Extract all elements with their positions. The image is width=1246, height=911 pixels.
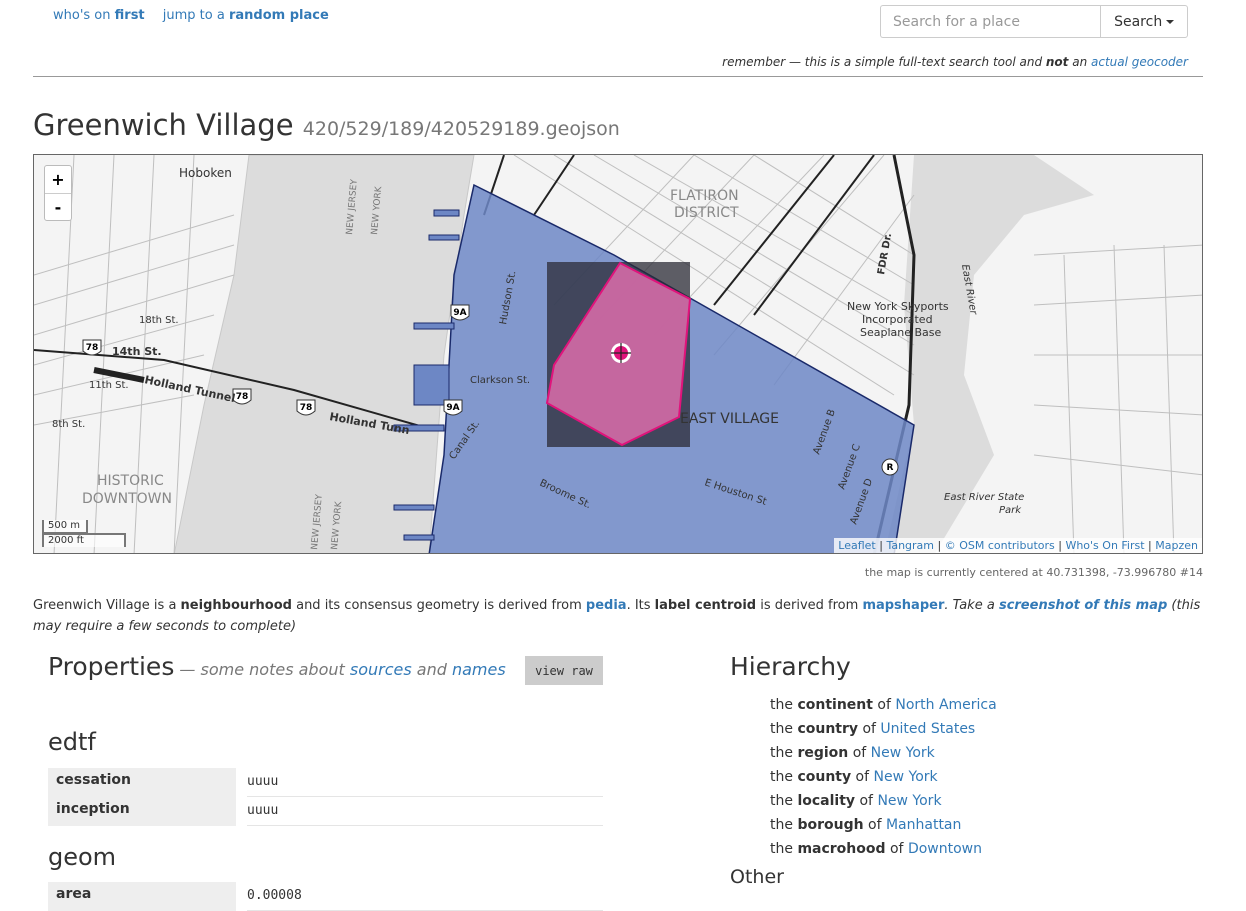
svg-text:Hoboken: Hoboken bbox=[179, 166, 232, 180]
svg-text:New York Skyports: New York Skyports bbox=[847, 300, 949, 313]
pedia-link[interactable]: pedia bbox=[586, 598, 627, 613]
svg-text:78: 78 bbox=[236, 392, 249, 402]
svg-text:18th St.: 18th St. bbox=[139, 315, 179, 326]
svg-text:Seaplane Base: Seaplane Base bbox=[860, 326, 942, 339]
svg-text:DOWNTOWN: DOWNTOWN bbox=[82, 491, 172, 507]
search-input[interactable] bbox=[880, 5, 1101, 38]
hierarchy-link[interactable]: North America bbox=[895, 697, 996, 713]
whos-on-first-link[interactable]: who's on first bbox=[53, 8, 145, 23]
hierarchy-link[interactable]: New York bbox=[871, 745, 935, 761]
leaflet-link[interactable]: Leaflet bbox=[838, 539, 875, 552]
svg-text:Park: Park bbox=[999, 505, 1022, 516]
map[interactable]: 78 78 78 9A 9A R Hoboken FLATIRON DISTRI… bbox=[33, 154, 1203, 554]
svg-text:HISTORIC: HISTORIC bbox=[97, 473, 164, 489]
map-center-text: the map is currently centered at 40.7313… bbox=[864, 566, 1203, 579]
view-raw-button[interactable]: view raw bbox=[525, 656, 603, 685]
list-item: the county of New York bbox=[770, 769, 938, 785]
hierarchy-list: the continent of North America the count… bbox=[770, 693, 997, 861]
svg-text:East River State: East River State bbox=[944, 492, 1024, 503]
geom-table: area 0.00008 bbox=[48, 882, 603, 911]
tangram-link[interactable]: Tangram bbox=[886, 539, 934, 552]
other-heading: Other bbox=[730, 866, 784, 888]
svg-text:8th St.: 8th St. bbox=[52, 419, 85, 430]
geojson-path: 420/529/189/420529189.geojson bbox=[302, 118, 620, 140]
svg-text:78: 78 bbox=[86, 343, 99, 353]
map-attribution: Leaflet | Tangram | © OSM contributors |… bbox=[834, 538, 1202, 553]
table-row: area 0.00008 bbox=[48, 882, 603, 911]
mapshaper-link[interactable]: mapshaper bbox=[862, 598, 944, 613]
names-link[interactable]: names bbox=[452, 660, 506, 679]
table-row: inception uuuu bbox=[48, 797, 603, 826]
svg-text:DISTRICT: DISTRICT bbox=[674, 205, 739, 221]
osm-link[interactable]: © OSM contributors bbox=[945, 539, 1055, 552]
whosonfirst-link[interactable]: Who's On First bbox=[1065, 539, 1144, 552]
svg-text:FLATIRON: FLATIRON bbox=[670, 188, 739, 204]
divider bbox=[33, 76, 1203, 77]
hierarchy-link[interactable]: New York bbox=[874, 769, 938, 785]
top-nav: who's on first jump to a random place bbox=[53, 8, 343, 23]
hierarchy-link[interactable]: Manhattan bbox=[886, 817, 961, 833]
svg-text:EAST VILLAGE: EAST VILLAGE bbox=[680, 411, 779, 427]
geom-heading: geom bbox=[48, 843, 117, 871]
remember-note: remember — this is a simple full-text se… bbox=[722, 55, 1188, 69]
svg-text:11th St.: 11th St. bbox=[89, 380, 129, 391]
list-item: the locality of New York bbox=[770, 793, 942, 809]
list-item: the borough of Manhattan bbox=[770, 817, 962, 833]
list-item: the macrohood of Downtown bbox=[770, 841, 982, 857]
hierarchy-link[interactable]: New York bbox=[877, 793, 941, 809]
hierarchy-heading: Hierarchy bbox=[730, 652, 851, 681]
svg-text:9A: 9A bbox=[453, 308, 466, 318]
svg-text:Clarkson St.: Clarkson St. bbox=[470, 375, 530, 386]
scale-bar: 500 m 2000 ft bbox=[42, 520, 126, 547]
zoom-control: + - bbox=[44, 165, 72, 221]
edtf-table: cessation uuuu inception uuuu bbox=[48, 768, 603, 826]
mapzen-link[interactable]: Mapzen bbox=[1155, 539, 1198, 552]
hierarchy-link[interactable]: Downtown bbox=[908, 841, 982, 857]
svg-text:9A: 9A bbox=[446, 403, 459, 413]
zoom-in-button[interactable]: + bbox=[45, 166, 71, 193]
edtf-heading: edtf bbox=[48, 728, 96, 756]
place-description: Greenwich Village is a neighbourhood and… bbox=[33, 598, 1201, 634]
random-place-link[interactable]: jump to a random place bbox=[163, 8, 329, 23]
search-button[interactable]: Search bbox=[1100, 5, 1188, 38]
map-canvas[interactable]: 78 78 78 9A 9A R Hoboken FLATIRON DISTRI… bbox=[34, 155, 1203, 554]
screenshot-link[interactable]: screenshot of this map bbox=[999, 598, 1167, 613]
list-item: the country of United States bbox=[770, 721, 976, 737]
table-row: cessation uuuu bbox=[48, 768, 603, 797]
hierarchy-link[interactable]: United States bbox=[880, 721, 975, 737]
zoom-out-button[interactable]: - bbox=[45, 193, 71, 220]
svg-text:Incorporated: Incorporated bbox=[862, 313, 933, 326]
list-item: the region of New York bbox=[770, 745, 935, 761]
svg-text:78: 78 bbox=[300, 403, 313, 413]
properties-heading: Properties — some notes about sources an… bbox=[48, 652, 506, 681]
search-form: Search bbox=[880, 5, 1188, 38]
caret-down-icon bbox=[1166, 19, 1175, 24]
sources-link[interactable]: sources bbox=[350, 660, 412, 679]
centroid-marker-icon[interactable] bbox=[611, 343, 631, 363]
svg-text:14th St.: 14th St. bbox=[112, 345, 162, 358]
svg-text:R: R bbox=[887, 463, 894, 473]
page-title: Greenwich Village 420/529/189/420529189.… bbox=[33, 108, 620, 142]
list-item: the continent of North America bbox=[770, 697, 997, 713]
actual-geocoder-link[interactable]: actual geocoder bbox=[1091, 55, 1188, 69]
